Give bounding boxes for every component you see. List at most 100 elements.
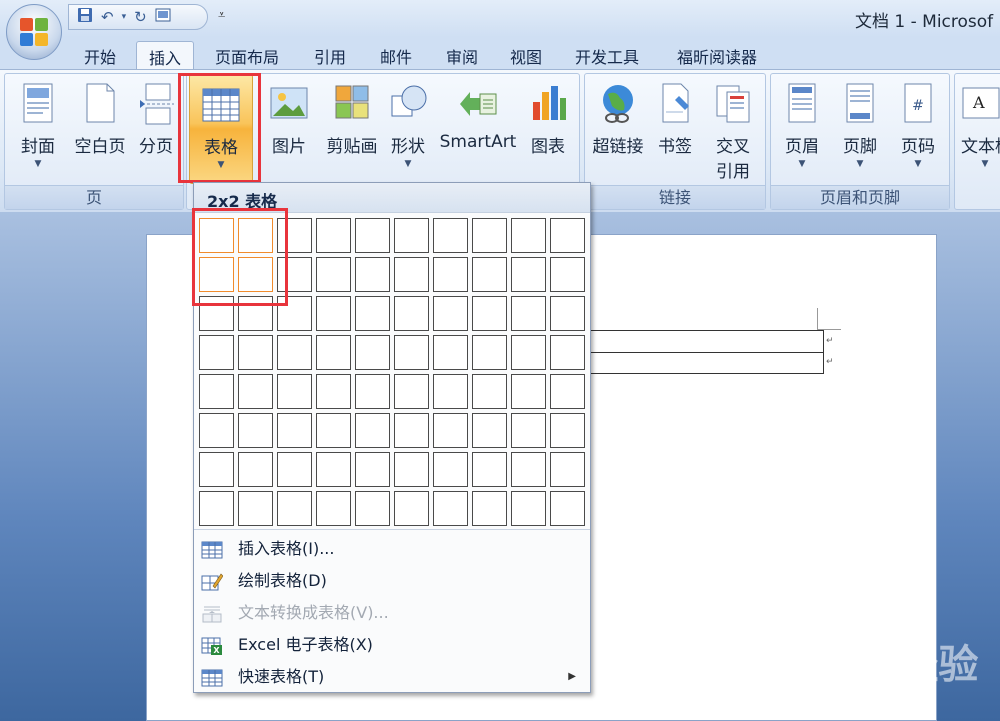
table-grid-cell[interactable] (199, 218, 234, 253)
table-grid-cell[interactable] (511, 257, 546, 292)
table-grid-cell[interactable] (511, 218, 546, 253)
picture-button[interactable]: 图片 (259, 74, 319, 184)
table-grid-cell[interactable] (355, 413, 390, 448)
table-grid-cell[interactable] (238, 491, 273, 526)
table-grid-cell[interactable] (355, 491, 390, 526)
table-grid-cell[interactable] (394, 335, 429, 370)
undo-dropdown-icon[interactable]: ▾ (122, 12, 127, 22)
insert-table-item[interactable]: 插入表格(I)... (194, 533, 590, 565)
table-grid-cell[interactable] (199, 374, 234, 409)
table-grid-cell[interactable] (550, 491, 585, 526)
customize-qat-icon[interactable]: ⩡ (218, 8, 225, 23)
table-grid-cell[interactable] (472, 257, 507, 292)
undo-icon[interactable]: ↶ (101, 8, 114, 26)
table-grid-cell[interactable] (316, 257, 351, 292)
print-preview-icon[interactable] (155, 8, 171, 26)
table-grid-cell[interactable] (238, 413, 273, 448)
excel-spreadsheet-item[interactable]: X Excel 电子表格(X) (194, 629, 590, 661)
table-grid-cell[interactable] (394, 374, 429, 409)
table-grid-cell[interactable] (238, 296, 273, 331)
table-grid-cell[interactable] (394, 257, 429, 292)
table-grid-cell[interactable] (277, 374, 312, 409)
table-grid-cell[interactable] (433, 296, 468, 331)
table-grid-cell[interactable] (199, 491, 234, 526)
page-number-button[interactable]: # 页码 ▼ (889, 74, 947, 184)
table-grid-cell[interactable] (277, 218, 312, 253)
table-grid-cell[interactable] (472, 296, 507, 331)
hyperlink-button[interactable]: 超链接 (587, 74, 649, 184)
tab-view[interactable]: 视图 (498, 41, 554, 69)
table-grid-cell[interactable] (511, 452, 546, 487)
table-grid-cell[interactable] (238, 335, 273, 370)
table-grid-cell[interactable] (355, 452, 390, 487)
header-button[interactable]: 页眉 ▼ (773, 74, 831, 184)
save-icon[interactable] (77, 7, 93, 27)
footer-button[interactable]: 页脚 ▼ (831, 74, 889, 184)
table-grid-cell[interactable] (199, 413, 234, 448)
shapes-button[interactable]: 形状 ▼ (383, 74, 433, 184)
table-grid-cell[interactable] (238, 257, 273, 292)
table-grid-cell[interactable] (550, 296, 585, 331)
table-grid-cell[interactable] (433, 413, 468, 448)
table-grid-cell[interactable] (472, 218, 507, 253)
table-grid-cell[interactable] (355, 218, 390, 253)
tab-insert[interactable]: 插入 (136, 41, 194, 69)
table-grid-cell[interactable] (433, 491, 468, 526)
table-grid-cell[interactable] (550, 374, 585, 409)
tab-review[interactable]: 审阅 (434, 41, 490, 69)
table-grid-cell[interactable] (511, 374, 546, 409)
table-grid-cell[interactable] (277, 257, 312, 292)
table-grid-cell[interactable] (316, 296, 351, 331)
table-grid-cell[interactable] (433, 335, 468, 370)
smartart-button[interactable]: SmartArt (435, 74, 521, 184)
table-grid-cell[interactable] (355, 296, 390, 331)
table-grid-cell[interactable] (472, 452, 507, 487)
text-box-button[interactable]: A 文本框 ▼ (957, 74, 1000, 184)
table-grid-cell[interactable] (550, 413, 585, 448)
table-grid-cell[interactable] (316, 218, 351, 253)
table-grid-cell[interactable] (472, 491, 507, 526)
table-grid-cell[interactable] (199, 452, 234, 487)
table-grid-cell[interactable] (394, 296, 429, 331)
table-grid-cell[interactable] (316, 374, 351, 409)
table-grid-cell[interactable] (511, 296, 546, 331)
table-grid-cell[interactable] (277, 296, 312, 331)
table-grid-cell[interactable] (394, 413, 429, 448)
cross-reference-button[interactable]: 交叉 引用 (703, 74, 763, 184)
tab-foxit-reader[interactable]: 福昕阅读器 (662, 41, 772, 69)
table-grid-cell[interactable] (394, 491, 429, 526)
tab-developer[interactable]: 开发工具 (562, 41, 652, 69)
table-grid-cell[interactable] (277, 335, 312, 370)
table-grid-cell[interactable] (511, 335, 546, 370)
table-grid-cell[interactable] (199, 296, 234, 331)
table-grid-cell[interactable] (550, 452, 585, 487)
draw-table-item[interactable]: 绘制表格(D) (194, 565, 590, 597)
table-grid-cell[interactable] (316, 413, 351, 448)
table-grid-cell[interactable] (433, 257, 468, 292)
quick-tables-item[interactable]: 快速表格(T) ▶ (194, 661, 590, 693)
table-button[interactable]: 表格 ▼ (189, 74, 253, 184)
redo-icon[interactable]: ↻ (134, 8, 147, 26)
table-grid-cell[interactable] (238, 374, 273, 409)
table-grid-cell[interactable] (199, 335, 234, 370)
table-grid-cell[interactable] (316, 335, 351, 370)
table-grid-cell[interactable] (355, 374, 390, 409)
table-grid-cell[interactable] (199, 257, 234, 292)
table-grid-cell[interactable] (238, 218, 273, 253)
table-grid-cell[interactable] (472, 374, 507, 409)
table-grid-cell[interactable] (316, 491, 351, 526)
table-grid-cell[interactable] (316, 452, 351, 487)
table-grid-cell[interactable] (511, 413, 546, 448)
table-grid-cell[interactable] (472, 335, 507, 370)
table-grid-cell[interactable] (472, 413, 507, 448)
table-grid-cell[interactable] (433, 374, 468, 409)
table-grid-cell[interactable] (355, 335, 390, 370)
blank-page-button[interactable]: 空白页 (67, 74, 133, 184)
tab-mailings[interactable]: 邮件 (368, 41, 424, 69)
table-grid-cell[interactable] (277, 413, 312, 448)
table-grid-cell[interactable] (277, 452, 312, 487)
tab-home[interactable]: 开始 (72, 41, 128, 69)
table-grid-cell[interactable] (277, 491, 312, 526)
bookmark-button[interactable]: 书签 (649, 74, 701, 184)
clipart-button[interactable]: 剪贴画 (319, 74, 385, 184)
